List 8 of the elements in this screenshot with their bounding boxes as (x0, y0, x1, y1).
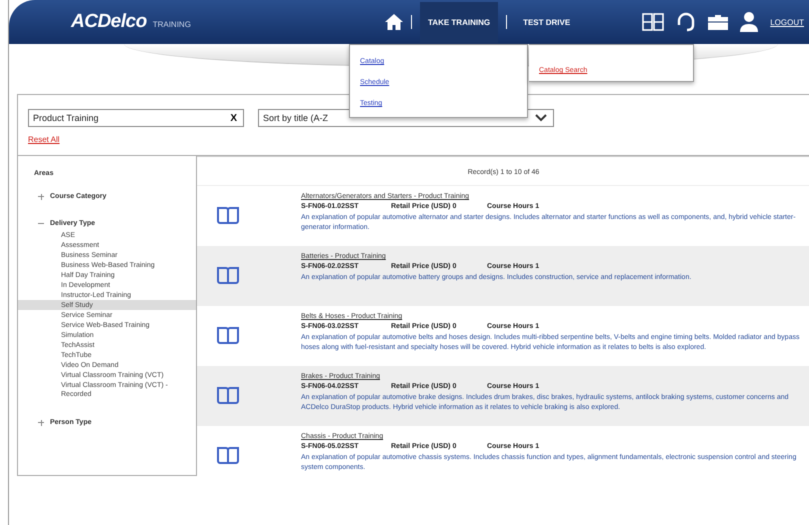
nav-tab[interactable]: TEST DRIVE (515, 2, 578, 42)
logout-link[interactable]: LOGOUT (770, 18, 804, 26)
logo[interactable]: ACDelco (71, 11, 147, 33)
nav-tab[interactable]: TAKE TRAINING (420, 2, 498, 42)
search-field[interactable]: Product Training X (28, 109, 244, 127)
reset-link[interactable]: Reset All (28, 135, 60, 144)
clear-button[interactable]: X (224, 112, 243, 124)
logo-subtitle: TRAINING (152, 20, 191, 29)
